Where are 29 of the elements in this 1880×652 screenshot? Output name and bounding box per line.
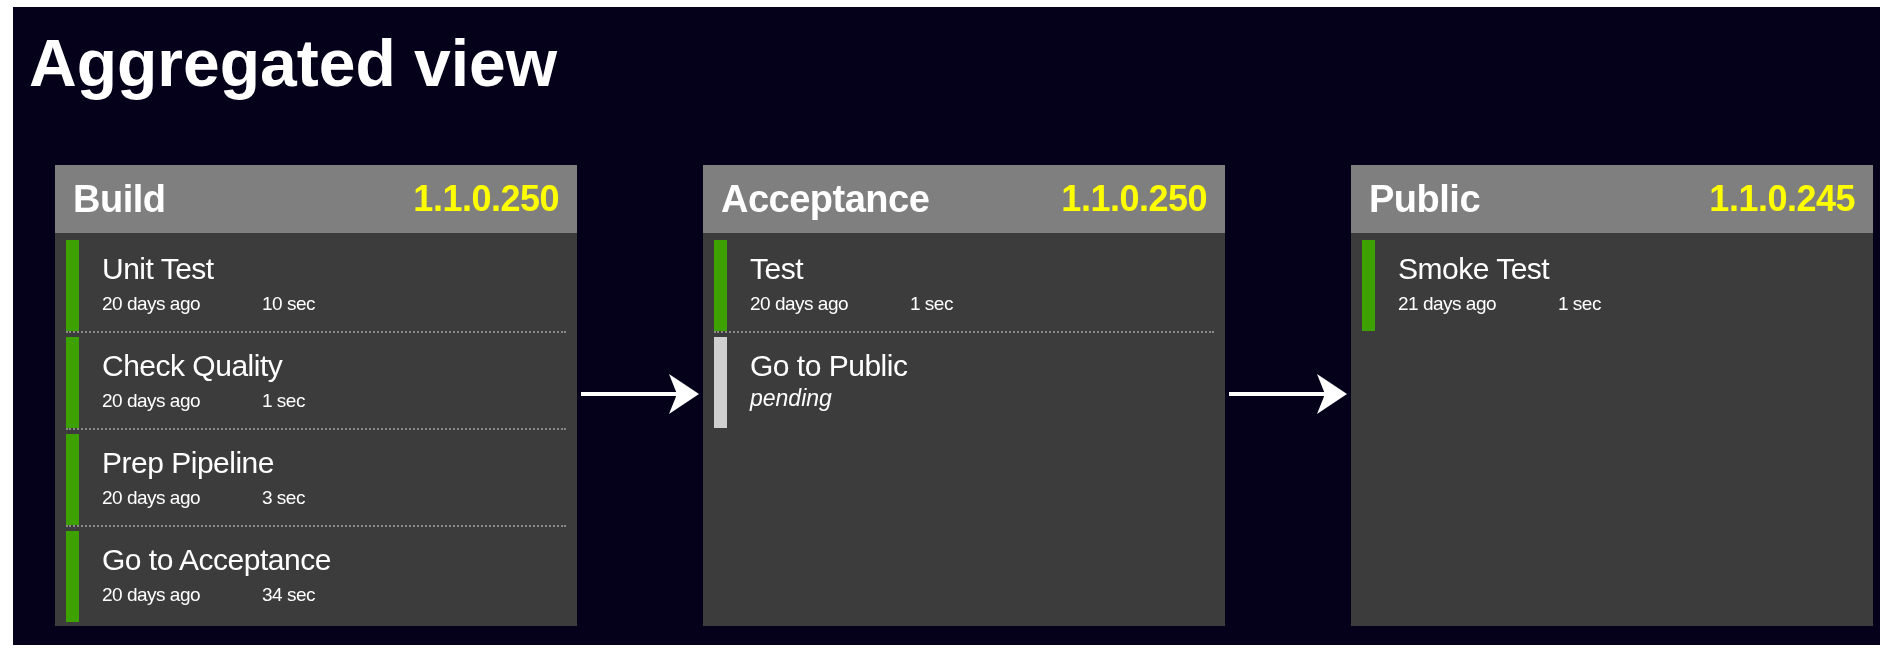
stage-version: 1.1.0.250 [1061, 178, 1207, 220]
job-duration: 1 sec [910, 293, 953, 315]
job-duration: 34 sec [262, 584, 315, 606]
job-name: Go to Acceptance [102, 543, 331, 577]
arrow-icon [581, 372, 699, 416]
job-name: Go to Public [750, 349, 908, 383]
job-duration: 3 sec [262, 487, 305, 509]
job-name: Test [750, 252, 804, 286]
job-name: Unit Test [102, 252, 214, 286]
job-age: 20 days ago [102, 390, 202, 412]
job-age: 20 days ago [102, 293, 202, 315]
job-age: 20 days ago [750, 293, 850, 315]
job-duration: 1 sec [1558, 293, 1601, 315]
job-status: pending [750, 385, 832, 412]
page-title: Aggregated view [29, 27, 558, 99]
job-duration: 1 sec [262, 390, 305, 412]
job-age: 20 days ago [102, 584, 202, 606]
job-age: 21 days ago [1398, 293, 1498, 315]
job-age: 20 days ago [102, 487, 202, 509]
stage-version: 1.1.0.245 [1709, 178, 1855, 220]
job-name: Check Quality [102, 349, 283, 383]
stage-name: Build [73, 177, 166, 221]
job-name: Prep Pipeline [102, 446, 274, 480]
job-name: Smoke Test [1398, 252, 1550, 286]
job-duration: 10 sec [262, 293, 315, 315]
stage-name: Acceptance [721, 177, 930, 221]
arrow-icon [1229, 372, 1347, 416]
stage-version: 1.1.0.250 [413, 178, 559, 220]
stage-name: Public [1369, 177, 1481, 221]
